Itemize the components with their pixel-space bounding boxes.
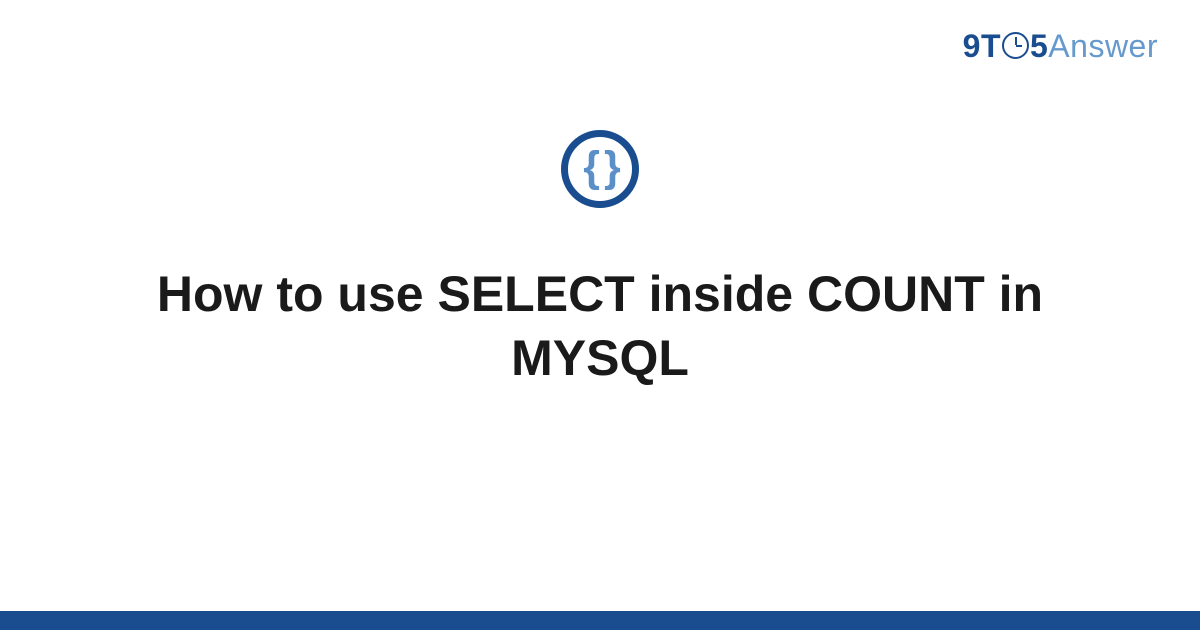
code-badge-icon: { } [561, 130, 639, 208]
logo-text-answer: Answer [1048, 28, 1158, 64]
logo-text-9t: 9T [963, 28, 1001, 64]
site-logo: 9T 5Answer [963, 28, 1158, 65]
braces-icon: { } [583, 146, 616, 189]
main-content: { } How to use SELECT inside COUNT in MY… [0, 130, 1200, 390]
footer-bar [0, 611, 1200, 630]
clock-icon [1002, 32, 1029, 59]
logo-text-5: 5 [1030, 28, 1048, 64]
page-title: How to use SELECT inside COUNT in MYSQL [75, 262, 1125, 390]
